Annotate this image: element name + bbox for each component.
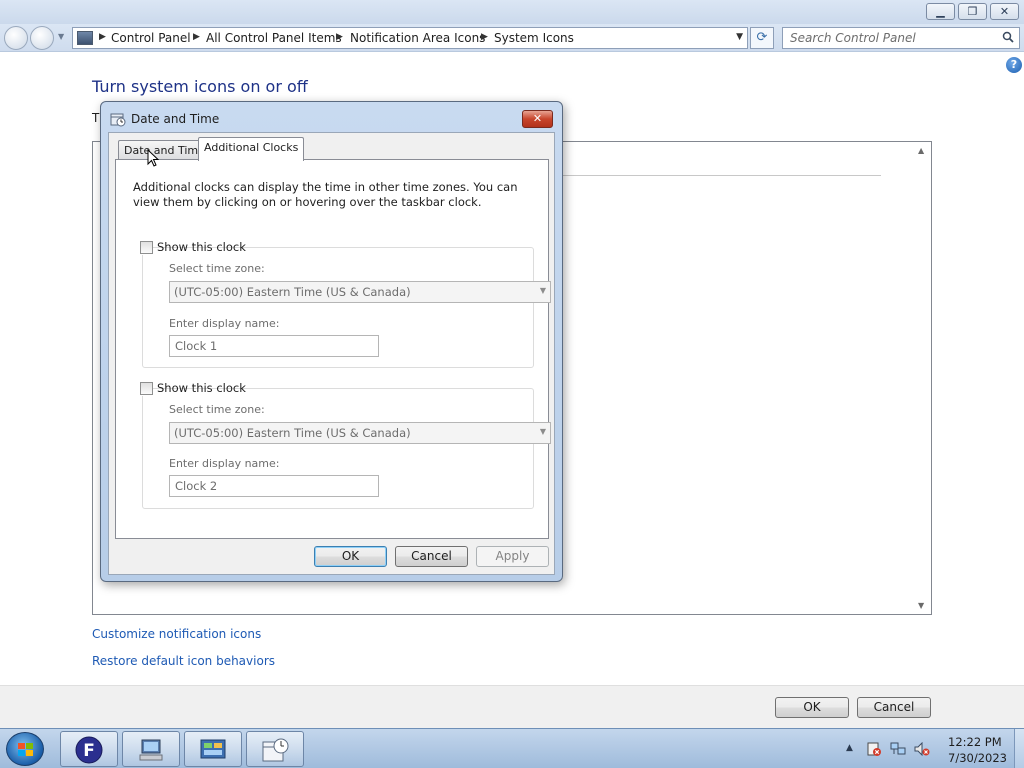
display-name-value: Clock 2 (175, 479, 218, 493)
footer-bar: OK Cancel (0, 685, 1024, 728)
minimize-button[interactable]: ▁ (926, 3, 955, 20)
svg-text:F: F (83, 741, 95, 761)
time-zone-value: (UTC-05:00) Eastern Time (US & Canada) (174, 426, 411, 440)
search-placeholder: Search Control Panel (790, 31, 916, 45)
taskbar-computer-management[interactable] (122, 731, 180, 767)
time-zone-label: Select time zone: (169, 403, 265, 416)
app-f-icon: F (75, 736, 103, 764)
address-dropdown-icon[interactable]: ▼ (736, 32, 743, 42)
windows-logo-icon (18, 743, 33, 756)
breadcrumb-arrow-icon[interactable]: ▶ (481, 32, 488, 42)
breadcrumb-notification-area-icons[interactable]: Notification Area Icons (350, 31, 485, 45)
breadcrumb-all-items[interactable]: All Control Panel Items (206, 31, 342, 45)
date-time-dialog: Date and Time ✕ Date and Time Additional… (100, 101, 563, 582)
additional-clocks-panel: Additional clocks can display the time i… (115, 159, 551, 539)
display-name-label: Enter display name: (169, 317, 280, 330)
chevron-down-icon: ▼ (539, 286, 546, 295)
close-button[interactable]: ✕ (990, 3, 1019, 20)
scroll-up-icon[interactable]: ▲ (918, 146, 924, 155)
breadcrumb-system-icons[interactable]: System Icons (494, 31, 574, 45)
vertical-scrollbar[interactable]: ▲ ▼ (914, 142, 931, 614)
checkbox-box[interactable] (140, 241, 153, 254)
control-panel-icon (200, 739, 226, 759)
control-panel-icon (77, 31, 93, 45)
tab-additional-clocks[interactable]: Additional Clocks (198, 137, 305, 161)
clock-1-display-name-field[interactable]: Clock 1 (169, 335, 379, 357)
list-divider (563, 175, 881, 176)
clock-2-time-zone-select[interactable]: (UTC-05:00) Eastern Time (US & Canada) ▼ (169, 422, 551, 444)
checkbox-label: Show this clock (157, 381, 246, 395)
volume-muted-icon[interactable] (914, 742, 930, 756)
maximize-button[interactable]: ❐ (958, 3, 987, 20)
date-time-icon (110, 113, 126, 127)
search-icon[interactable] (1002, 31, 1014, 43)
time-zone-label: Select time zone: (169, 262, 265, 275)
back-button[interactable] (4, 26, 28, 50)
clock-1-group: Select time zone: (UTC-05:00) Eastern Ti… (142, 247, 551, 368)
customize-notification-icons-link[interactable]: Customize notification icons (92, 627, 261, 641)
taskbar-control-panel[interactable] (184, 731, 242, 767)
network-icon[interactable] (890, 742, 906, 756)
help-icon[interactable]: ? (1006, 57, 1022, 73)
time-zone-value: (UTC-05:00) Eastern Time (US & Canada) (174, 285, 411, 299)
search-input[interactable]: Search Control Panel (782, 27, 1020, 49)
breadcrumb-arrow-icon[interactable]: ▶ (193, 32, 200, 42)
show-desktop-button[interactable] (1014, 729, 1024, 768)
address-bar[interactable]: ▶ Control Panel ▶ All Control Panel Item… (72, 27, 748, 49)
breadcrumb-arrow-icon[interactable]: ▶ (336, 32, 343, 42)
date-time-icon (262, 738, 289, 762)
action-center-icon[interactable] (866, 742, 882, 756)
display-name-value: Clock 1 (175, 339, 218, 353)
clock-2-group: Select time zone: (UTC-05:00) Eastern Ti… (142, 388, 551, 509)
tab-date-and-time[interactable]: Date and Time (118, 140, 211, 161)
breadcrumb-control-panel[interactable]: Control Panel (111, 31, 191, 45)
window-titlebar: ▁ ❐ ✕ (0, 0, 1024, 24)
checkbox-label: Show this clock (157, 240, 246, 254)
taskbar-date-time[interactable] (246, 731, 304, 767)
taskbar: F ▲ 12:22 PM 7/30/2023 (0, 728, 1024, 768)
refresh-button[interactable]: ⟳ (750, 27, 774, 49)
clock-2-show-checkbox[interactable]: Show this clock (140, 381, 246, 396)
show-hidden-icons-icon[interactable]: ▲ (846, 743, 853, 753)
dialog-close-button[interactable]: ✕ (522, 110, 553, 128)
clock-1-time-zone-select[interactable]: (UTC-05:00) Eastern Time (US & Canada) ▼ (169, 281, 551, 303)
restore-default-behaviors-link[interactable]: Restore default icon behaviors (92, 654, 275, 668)
clock-1-show-checkbox[interactable]: Show this clock (140, 240, 246, 255)
chevron-down-icon: ▼ (539, 427, 546, 436)
page-subtitle: T (92, 111, 100, 125)
computer-management-icon (139, 739, 163, 761)
navigation-bar: ▼ ▶ Control Panel ▶ All Control Panel It… (0, 24, 1024, 52)
recent-pages-dropdown[interactable]: ▼ (58, 32, 64, 41)
dialog-apply-button[interactable]: Apply (476, 546, 549, 567)
taskbar-clock-time[interactable]: 12:22 PM (948, 735, 1002, 749)
dialog-ok-button[interactable]: OK (314, 546, 387, 567)
mouse-cursor-icon (147, 149, 159, 167)
start-button[interactable] (6, 732, 44, 766)
clock-2-display-name-field[interactable]: Clock 2 (169, 475, 379, 497)
checkbox-box[interactable] (140, 382, 153, 395)
dialog-title: Date and Time (131, 112, 220, 126)
breadcrumb-arrow-icon[interactable]: ▶ (99, 32, 106, 42)
dialog-body: Date and Time Additional Clocks Addition… (108, 132, 555, 575)
panel-description: Additional clocks can display the time i… (133, 180, 518, 209)
ok-button[interactable]: OK (775, 697, 849, 718)
page-title: Turn system icons on or off (92, 77, 308, 96)
scroll-down-icon[interactable]: ▼ (918, 601, 924, 610)
taskbar-clock-date[interactable]: 7/30/2023 (948, 751, 1007, 765)
taskbar-app-f[interactable]: F (60, 731, 118, 767)
display-name-label: Enter display name: (169, 457, 280, 470)
dialog-cancel-button[interactable]: Cancel (395, 546, 468, 567)
forward-button[interactable] (30, 26, 54, 50)
cancel-button[interactable]: Cancel (857, 697, 931, 718)
